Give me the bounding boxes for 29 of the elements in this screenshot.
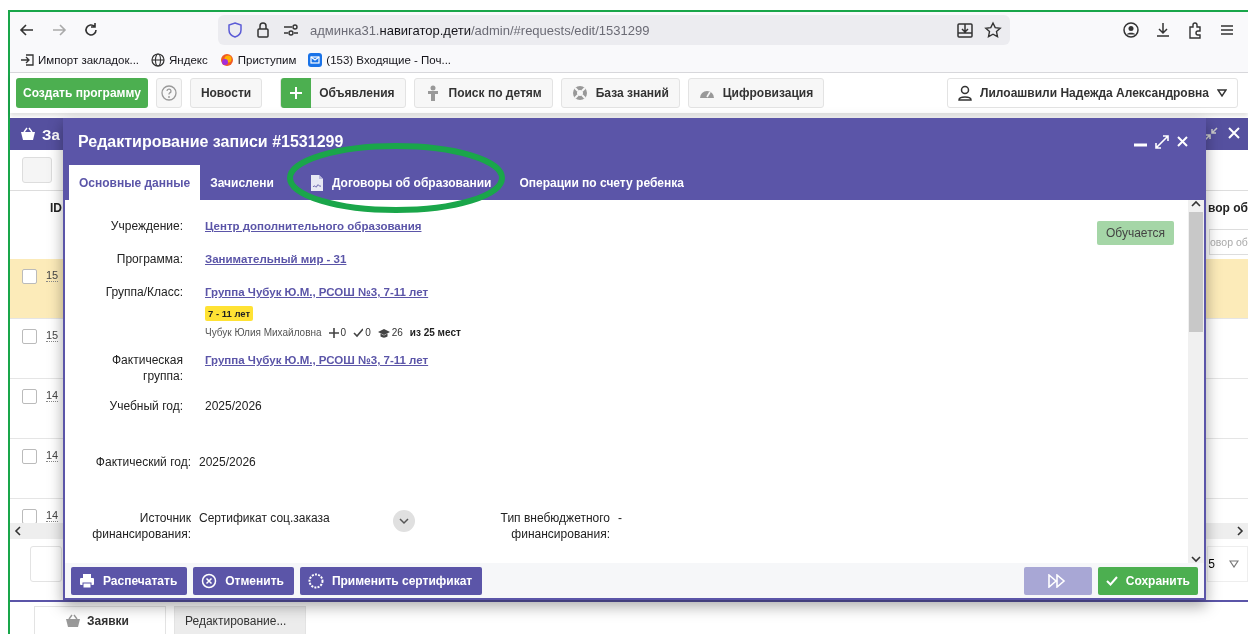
field-label: Учебный год: [108, 398, 184, 414]
table-cell: 14 [46, 389, 59, 402]
table-cell: 15 [46, 329, 59, 342]
count-text: 0 [365, 327, 371, 338]
field-value: - [618, 510, 622, 527]
capacity-text: из 25 мест [409, 327, 461, 338]
age-badge: 7 - 11 лет [205, 306, 254, 321]
table-cell: 14 [46, 509, 59, 522]
field-label: Фактический год: [94, 454, 192, 470]
url-text: админка31.навигатор.дети/admin/#requests/edit/1531299 [310, 22, 651, 38]
table-cell: 14 [46, 449, 59, 462]
field-label: Источник финансирования: [91, 510, 192, 542]
field-label: Программа: [115, 251, 184, 267]
field-label: Учреждение: [109, 218, 184, 234]
teacher-name: Чубук Юлия Михайловна [205, 327, 322, 338]
window-title: За [42, 125, 60, 143]
table-cell: 15 [46, 269, 59, 282]
field-value: Сертификат соц.заказа [199, 510, 330, 526]
count-text: 26 [391, 327, 403, 338]
count-text: 0 [340, 327, 347, 338]
dialog-title: Редактирование записи #1531299 [78, 132, 344, 151]
field-value: 2025/2026 [199, 454, 256, 470]
status-badge: Обучается [1097, 221, 1174, 245]
field-label: Тип внебюджетного финансирования: [499, 510, 610, 542]
column-header: ID [50, 201, 62, 215]
field-label: Фактическая группа: [111, 352, 184, 384]
field-label: Группа/Класс: [104, 284, 184, 300]
field-value: 2025/2026 [205, 398, 262, 414]
column-header: вор об [1208, 201, 1248, 215]
